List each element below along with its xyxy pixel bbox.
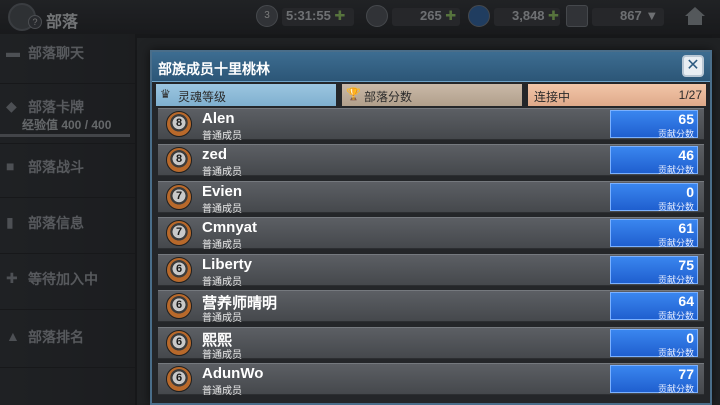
score-value: 0 <box>686 184 694 200</box>
tab-label: 部落分数 <box>364 90 413 104</box>
member-role: 普通成员 <box>202 131 242 142</box>
rank-badge-icon: 6 <box>166 293 192 319</box>
score-value: 75 <box>678 257 694 273</box>
score-label: 贡献分数 <box>657 348 694 358</box>
rank-badge-icon: 6 <box>166 257 192 283</box>
dialog-title: 部族成员十里桃林 <box>158 61 270 77</box>
score-value: 0 <box>686 330 694 346</box>
rank-number: 8 <box>175 117 183 129</box>
rank-badge-icon: 6 <box>166 330 192 356</box>
members-dialog: 部族成员十里桃林 ✕ ♛ 灵魂等级 🏆 部落分数 连接中 1/27 8 Alen… <box>150 50 712 405</box>
list-item[interactable]: 8 Alen 普通成员 65 贡献分数 <box>158 108 704 142</box>
contribution-score: 61 贡献分数 <box>610 219 698 248</box>
contribution-score: 64 贡献分数 <box>610 292 698 321</box>
contribution-score: 65 贡献分数 <box>610 110 698 139</box>
list-item[interactable]: 7 Evien 普通成员 0 贡献分数 <box>158 181 704 215</box>
score-value: 61 <box>678 220 694 236</box>
member-role: 普通成员 <box>202 204 242 215</box>
trophy-icon: 🏆 <box>346 87 361 101</box>
close-button[interactable]: ✕ <box>682 55 704 77</box>
member-role: 普通成员 <box>202 313 242 324</box>
rank-badge-icon: 8 <box>166 147 192 173</box>
list-item[interactable]: 7 Cmnyat 普通成员 61 贡献分数 <box>158 217 704 251</box>
list-item[interactable]: 6 AdunWo 普通成员 77 贡献分数 <box>158 363 704 397</box>
dialog-header: 部族成员十里桃林 ✕ <box>152 52 710 82</box>
rank-badge-icon: 7 <box>166 184 192 210</box>
tab-label: 连接中 <box>534 90 571 104</box>
contribution-score: 0 贡献分数 <box>610 183 698 212</box>
rank-badge-icon: 8 <box>166 111 192 137</box>
score-label: 贡献分数 <box>657 311 694 321</box>
rank-badge-icon: 7 <box>166 220 192 246</box>
score-value: 64 <box>678 293 694 309</box>
rank-number: 6 <box>175 263 183 275</box>
rank-badge-icon: 6 <box>166 366 192 392</box>
score-label: 贡献分数 <box>657 202 694 212</box>
rank-number: 6 <box>175 336 183 348</box>
member-name: Cmnyat <box>202 219 258 236</box>
member-name: Alen <box>202 110 235 127</box>
rank-number: 7 <box>175 190 183 202</box>
rank-number: 7 <box>175 226 183 238</box>
contribution-score: 0 贡献分数 <box>610 329 698 358</box>
member-role: 普通成员 <box>202 350 242 361</box>
member-name: Evien <box>202 183 243 200</box>
score-value: 77 <box>678 366 694 382</box>
crown-icon: ♛ <box>160 87 171 101</box>
member-role: 普通成员 <box>202 277 242 288</box>
rank-number: 6 <box>175 372 183 384</box>
tab-clan-points[interactable]: 🏆 部落分数 <box>342 84 522 106</box>
rank-number: 8 <box>175 153 183 165</box>
score-label: 贡献分数 <box>657 165 694 175</box>
tab-soul-level[interactable]: ♛ 灵魂等级 <box>156 84 336 106</box>
contribution-score: 77 贡献分数 <box>610 365 698 394</box>
score-value: 46 <box>678 147 694 163</box>
tab-connecting[interactable]: 连接中 1/27 <box>528 84 706 106</box>
member-count: 1/27 <box>678 88 702 102</box>
score-value: 65 <box>678 111 694 127</box>
sort-tabs: ♛ 灵魂等级 🏆 部落分数 连接中 1/27 <box>156 84 706 106</box>
member-role: 普通成员 <box>202 240 242 251</box>
list-item[interactable]: 6 营养师晴明 普通成员 64 贡献分数 <box>158 290 704 324</box>
member-name: zed <box>202 146 228 163</box>
member-name: AdunWo <box>202 365 264 382</box>
member-role: 普通成员 <box>202 386 242 397</box>
list-item[interactable]: 8 zed 普通成员 46 贡献分数 <box>158 144 704 178</box>
score-label: 贡献分数 <box>657 129 694 139</box>
member-name: Liberty <box>202 256 253 273</box>
rank-number: 6 <box>175 299 183 311</box>
score-label: 贡献分数 <box>657 238 694 248</box>
score-label: 贡献分数 <box>657 275 694 285</box>
contribution-score: 75 贡献分数 <box>610 256 698 285</box>
list-item[interactable]: 6 Liberty 普通成员 75 贡献分数 <box>158 254 704 288</box>
tab-label: 灵魂等级 <box>178 90 227 104</box>
score-label: 贡献分数 <box>657 384 694 394</box>
contribution-score: 46 贡献分数 <box>610 146 698 175</box>
list-item[interactable]: 6 熙熙 普通成员 0 贡献分数 <box>158 327 704 361</box>
member-role: 普通成员 <box>202 167 242 178</box>
